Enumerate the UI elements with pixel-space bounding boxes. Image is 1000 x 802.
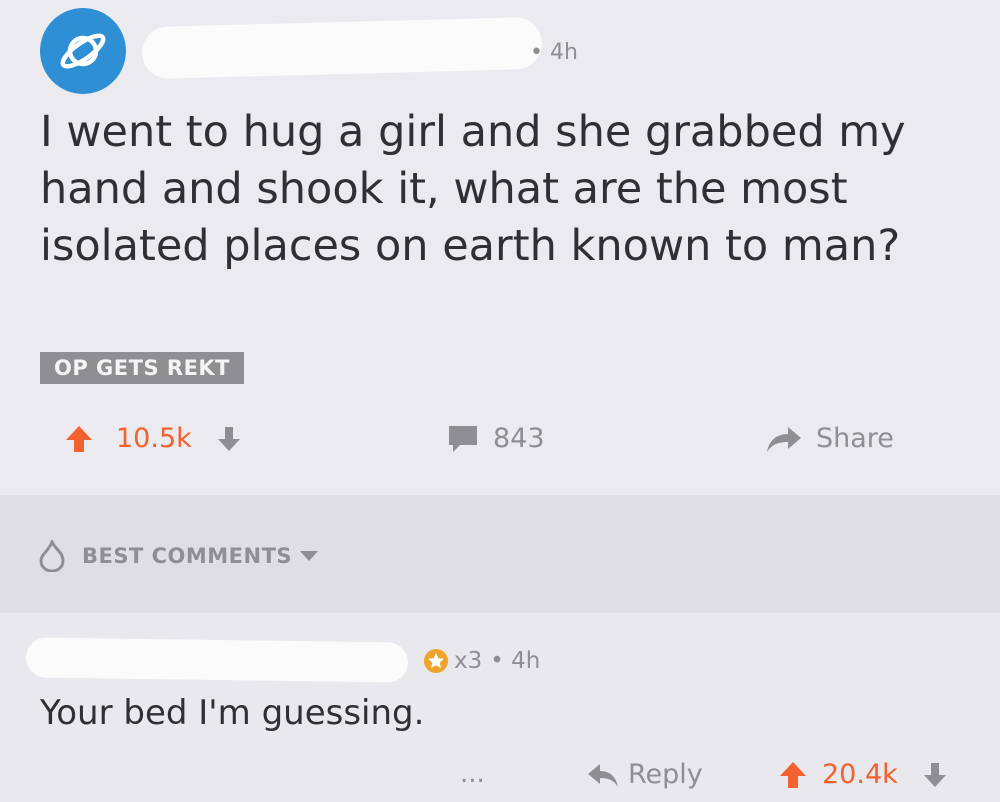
reply-icon xyxy=(588,763,618,787)
post-vote-group: 10.5k xyxy=(64,423,242,454)
upvote-icon[interactable] xyxy=(778,760,808,790)
more-button[interactable]: ... xyxy=(460,759,485,789)
post-time: • 4h xyxy=(530,40,578,65)
redacted-commenter xyxy=(25,637,409,683)
flame-icon xyxy=(39,540,65,572)
downvote-icon[interactable] xyxy=(922,761,948,789)
comment-meta: x3 • 4h xyxy=(422,647,540,675)
post-actions: 10.5k 843 Share xyxy=(0,415,1000,465)
comment-time: • 4h xyxy=(490,648,541,674)
reply-label: Reply xyxy=(628,759,703,790)
planet-icon xyxy=(60,33,106,69)
comments-button[interactable]: 843 xyxy=(447,423,545,454)
avatar[interactable] xyxy=(40,8,126,94)
share-label: Share xyxy=(816,423,894,454)
award-icon xyxy=(424,649,448,673)
comment-vote-group: 20.4k xyxy=(778,759,948,790)
chevron-down-icon xyxy=(300,551,319,561)
upvote-icon[interactable] xyxy=(64,424,94,454)
comment-body: Your bed I'm guessing. xyxy=(40,693,425,733)
post-upvote-count: 10.5k xyxy=(116,423,192,454)
comment-actions: ... Reply 20.4k xyxy=(0,755,1000,800)
sort-label: BEST COMMENTS xyxy=(82,544,293,568)
comment-upvote-count: 20.4k xyxy=(822,759,898,790)
comment-count: 843 xyxy=(493,423,545,454)
award-count: x3 xyxy=(454,648,483,674)
reply-button[interactable]: Reply xyxy=(586,759,703,790)
post-title[interactable]: I went to hug a girl and she grabbed my … xyxy=(40,104,960,275)
sort-dropdown[interactable]: BEST COMMENTS xyxy=(38,540,320,572)
redacted-username xyxy=(141,16,543,80)
share-button[interactable]: Share xyxy=(764,423,894,454)
downvote-icon[interactable] xyxy=(216,425,242,453)
share-icon xyxy=(767,426,801,452)
comment-icon xyxy=(449,425,477,452)
post-flair[interactable]: OP GETS REKT xyxy=(40,352,245,384)
